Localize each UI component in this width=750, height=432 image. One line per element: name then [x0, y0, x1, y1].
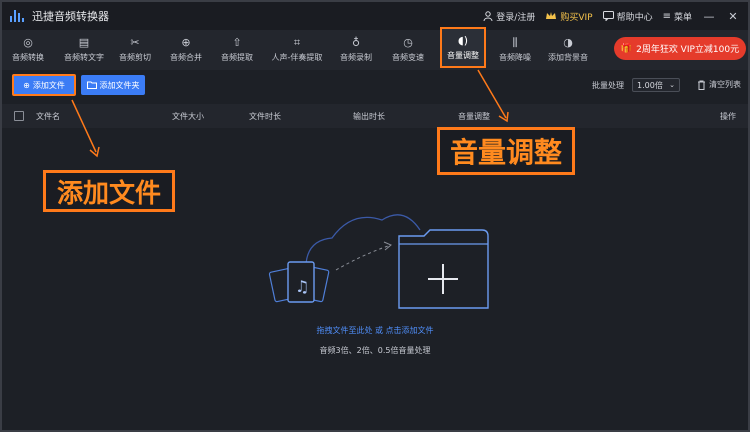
svg-text:♫: ♫	[295, 277, 309, 296]
menu-button[interactable]: ≡ 菜单	[663, 10, 692, 23]
speed-icon: ◷	[403, 36, 413, 49]
drop-hint-link[interactable]: 拖拽文件至此处 或 点击添加文件	[2, 325, 748, 336]
add-file-button[interactable]: ⊕ 添加文件	[12, 74, 76, 96]
empty-state-illustration: ♫	[268, 214, 489, 309]
clear-list-button[interactable]: 清空列表	[697, 79, 741, 90]
hamburger-icon: ≡	[662, 10, 671, 22]
background-music-icon: ◑	[563, 36, 573, 49]
vip-crown-icon	[546, 12, 557, 19]
login-button[interactable]: 登录/注册	[483, 10, 535, 23]
title-bar: 迅捷音频转换器 登录/注册 购买VIP 帮助中心 ≡ 菜单 — ✕	[2, 2, 748, 30]
col-actions: 操作	[720, 112, 736, 121]
tab-audio-denoise[interactable]: ⫼ 音频降噪	[494, 30, 536, 70]
audio-to-text-icon: ▤	[78, 36, 90, 49]
tab-audio-convert[interactable]: ◎ 音频转换	[4, 30, 52, 70]
plus-circle-icon: ⊕	[23, 80, 30, 90]
extract-icon: ⇧	[232, 36, 242, 49]
music-files-icon: ♫	[268, 261, 330, 303]
callout-add-file: 添加文件	[43, 170, 175, 212]
batch-multiplier-select[interactable]: 1.00倍 ⌄	[632, 78, 680, 92]
app-title: 迅捷音频转换器	[32, 10, 109, 23]
select-all-checkbox[interactable]	[14, 111, 24, 121]
app-logo-icon	[10, 10, 24, 22]
tab-audio-extract[interactable]: ⇧ 音频提取	[216, 30, 258, 70]
vocal-extract-icon: ⌗	[293, 36, 301, 49]
tab-background-music[interactable]: ◑ 添加背景音	[545, 30, 591, 70]
app-window: 迅捷音频转换器 登录/注册 购买VIP 帮助中心 ≡ 菜单 — ✕ ◎ 音频转换…	[0, 0, 750, 432]
tab-audio-record[interactable]: ♁ 音频录制	[335, 30, 377, 70]
denoise-icon: ⫼	[512, 36, 518, 49]
chat-icon	[602, 11, 614, 21]
user-icon	[483, 11, 493, 21]
microphone-icon: ♁	[351, 36, 361, 49]
promo-banner-button[interactable]: 🎁 2周年狂欢 VIP立减100元	[614, 37, 746, 60]
volume-icon: ◖)	[457, 33, 469, 47]
trash-icon	[698, 80, 705, 90]
tab-volume-adjust[interactable]: ◖) 音量调整	[440, 27, 486, 68]
help-center-button[interactable]: 帮助中心	[602, 10, 653, 23]
table-header: 文件名 文件大小 文件时长 输出时长 音量调整 操作	[2, 104, 748, 128]
drop-hint-subtext: 音频3倍、2倍、0.5倍音量处理	[319, 346, 431, 355]
close-button[interactable]: ✕	[726, 10, 740, 23]
batch-label: 批量处理	[592, 81, 624, 90]
gift-icon: 🎁	[620, 43, 633, 54]
tab-vocal-extract[interactable]: ⌗ 人声-伴奏提取	[264, 30, 330, 70]
add-folder-button[interactable]: 添加文件夹	[81, 75, 145, 95]
buy-vip-button[interactable]: 购买VIP	[545, 10, 593, 23]
chevron-down-icon: ⌄	[669, 81, 675, 89]
tab-audio-cut[interactable]: ✂ 音频剪切	[114, 30, 156, 70]
col-file-name: 文件名	[36, 112, 60, 121]
col-file-size: 文件大小	[172, 112, 204, 121]
audio-convert-icon: ◎	[23, 36, 33, 49]
scissors-icon: ✂	[130, 36, 140, 49]
tab-audio-speed[interactable]: ◷ 音频变速	[387, 30, 429, 70]
merge-icon: ⊕	[181, 36, 191, 49]
col-output-duration: 输出时长	[353, 112, 385, 121]
tab-audio-to-text[interactable]: ▤ 音频转文字	[56, 30, 112, 70]
callout-volume: 音量调整	[437, 127, 575, 175]
folder-icon	[86, 81, 97, 89]
minimize-button[interactable]: —	[702, 10, 716, 23]
col-file-duration: 文件时长	[249, 112, 281, 121]
tab-audio-merge[interactable]: ⊕ 音频合并	[165, 30, 207, 70]
folder-plus-icon	[398, 229, 489, 309]
col-volume-adjust: 音量调整	[458, 112, 490, 121]
